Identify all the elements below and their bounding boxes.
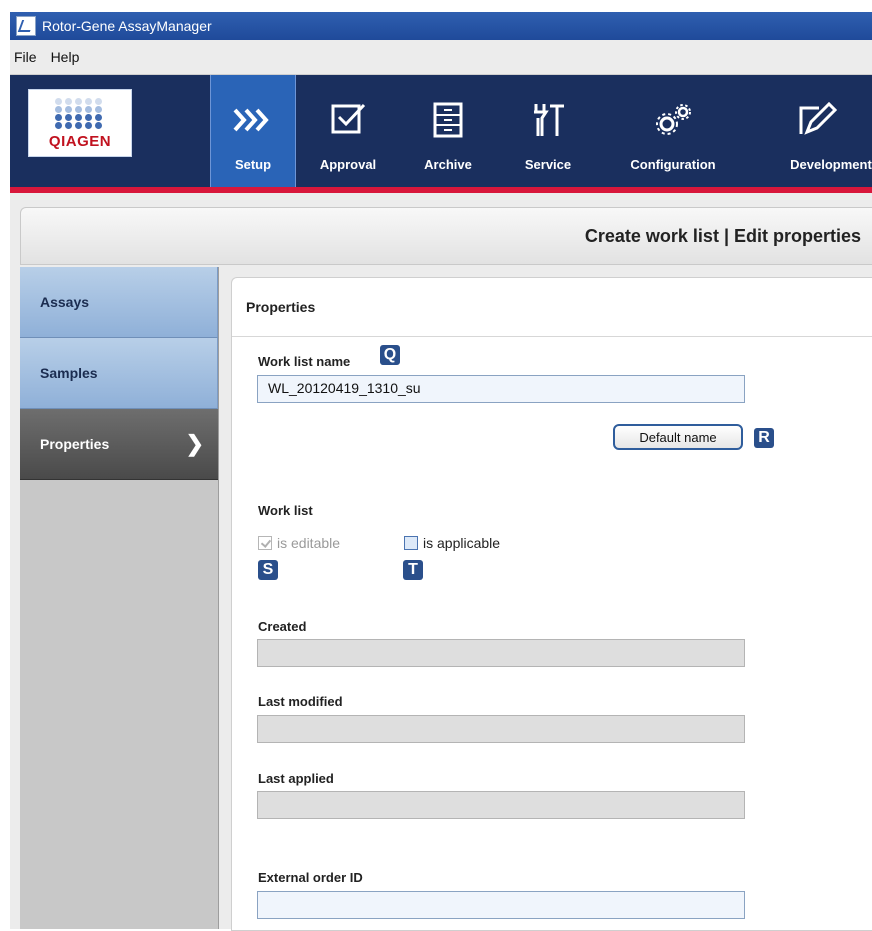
configuration-gears-icon: [650, 99, 696, 141]
last-modified-field: [257, 715, 745, 743]
last-applied-field: [257, 791, 745, 819]
divider: [232, 336, 872, 337]
archive-cabinet-icon: [425, 99, 471, 141]
setup-sidebar: Assays Samples Properties ❯: [20, 267, 219, 929]
last-modified-label: Last modified: [258, 694, 343, 709]
service-tools-icon: [525, 99, 571, 141]
is-editable-checkbox: is editable: [258, 535, 340, 551]
content-area: Create work list | Edit properties Assay…: [10, 193, 872, 931]
logo-brand-text: QIAGEN: [48, 133, 112, 150]
sidebar-item-label: Properties: [40, 436, 110, 452]
default-name-button[interactable]: Default name: [613, 424, 743, 450]
nav-service-label: Service: [524, 157, 572, 172]
callout-badge-q: Q: [380, 345, 400, 365]
nav-service[interactable]: Service: [508, 75, 588, 187]
checkbox-checked-icon: [258, 536, 272, 550]
breadcrumb-bar: Create work list | Edit properties: [20, 207, 872, 265]
is-editable-label: is editable: [277, 535, 341, 551]
nav-development[interactable]: Development: [762, 75, 872, 187]
menu-file[interactable]: File: [14, 49, 37, 65]
setup-chevrons-icon: [230, 99, 276, 141]
checkbox-unchecked-icon[interactable]: [404, 536, 418, 550]
nav-archive[interactable]: Archive: [408, 75, 488, 187]
work-list-section-label: Work list: [258, 503, 313, 518]
window-title: Rotor-Gene AssayManager: [42, 18, 212, 34]
logo-dots-icon: [55, 98, 105, 130]
callout-badge-r: R: [754, 428, 774, 448]
window-titlebar: Rotor-Gene AssayManager: [10, 12, 872, 40]
properties-panel: Properties Work list name Q WL_20120419_…: [231, 277, 872, 931]
nav-setup[interactable]: Setup: [210, 75, 296, 187]
sidebar-item-label: Samples: [40, 365, 98, 381]
nav-configuration[interactable]: Configuration: [614, 75, 732, 187]
nav-configuration-label: Configuration: [630, 157, 716, 172]
sidebar-item-properties[interactable]: Properties ❯: [20, 409, 218, 480]
callout-badge-t: T: [403, 560, 423, 580]
nav-setup-label: Setup: [234, 157, 272, 172]
sidebar-item-assays[interactable]: Assays: [20, 267, 218, 338]
created-label: Created: [258, 619, 307, 634]
created-field: [257, 639, 745, 667]
panel-title: Properties: [246, 299, 316, 315]
nav-development-label: Development: [790, 157, 872, 172]
last-applied-label: Last applied: [258, 771, 334, 786]
work-list-name-label: Work list name: [258, 354, 351, 369]
chevron-right-icon: ❯: [185, 431, 204, 456]
menu-help[interactable]: Help: [51, 49, 80, 65]
nav-archive-label: Archive: [424, 157, 472, 172]
nav-approval-label: Approval: [319, 157, 377, 172]
sidebar-item-label: Assays: [40, 294, 90, 310]
qiagen-logo: QIAGEN: [28, 89, 132, 157]
main-navigation: QIAGEN Setup Approval Archive Service Co…: [10, 75, 872, 193]
external-order-id-input[interactable]: [257, 891, 745, 919]
callout-badge-s: S: [258, 560, 278, 580]
app-icon: [16, 16, 36, 36]
external-order-id-label: External order ID: [258, 870, 363, 885]
work-list-name-input[interactable]: WL_20120419_1310_su: [257, 375, 745, 403]
breadcrumb: Create work list | Edit properties: [584, 226, 861, 246]
is-applicable-label: is applicable: [423, 535, 501, 551]
sidebar-item-samples[interactable]: Samples: [20, 338, 218, 409]
menu-bar: File Help: [10, 40, 872, 75]
approval-check-icon: [325, 99, 371, 141]
development-pencil-icon: [794, 99, 840, 141]
is-applicable-checkbox[interactable]: is applicable: [404, 535, 500, 551]
nav-approval[interactable]: Approval: [306, 75, 390, 187]
